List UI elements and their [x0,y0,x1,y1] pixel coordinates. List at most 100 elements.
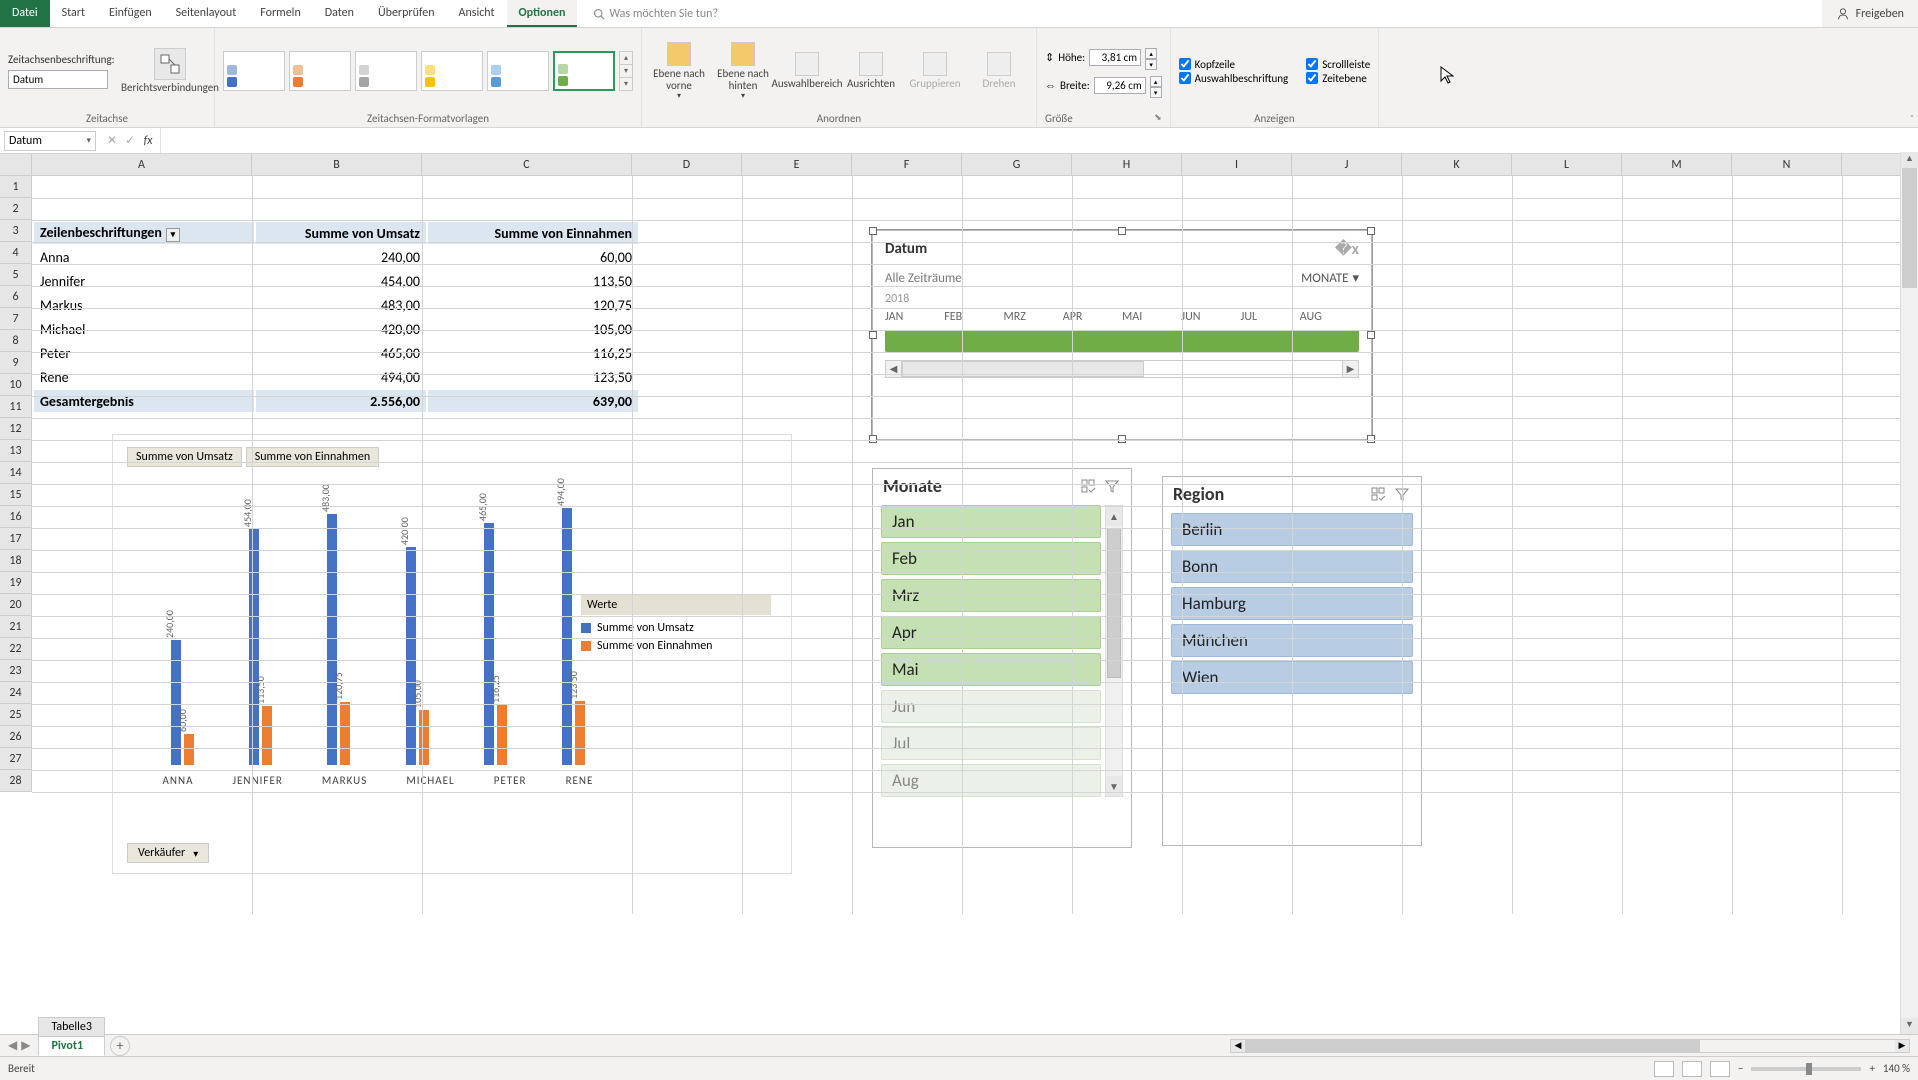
column-header[interactable]: H [1072,154,1182,175]
selection-pane-button[interactable]: Auswahlbereich [778,52,836,90]
column-header[interactable]: D [632,154,742,175]
row-header[interactable]: 6 [0,286,32,308]
align-button[interactable]: Ausrichten [842,52,900,90]
bring-forward-button[interactable]: Ebene nach vorne▾ [650,42,708,101]
pivot-row[interactable]: Rene494,00123,50 [34,366,638,388]
report-connections-button[interactable]: Berichtsverbindungen [134,48,206,95]
horizontal-scrollbar[interactable]: ◀ ▶ [1230,1039,1910,1053]
worksheet-grid[interactable]: ABCDEFGHIJKLMN 1234567891011121314151617… [0,154,1918,914]
pagebreak-view-button[interactable] [1710,1061,1730,1077]
scroll-left-icon[interactable]: ◀ [1231,1040,1245,1052]
pivot-rowlabel-dropdown-icon[interactable]: ▾ [166,228,180,242]
row-header[interactable]: 9 [0,352,32,374]
normal-view-button[interactable] [1654,1061,1674,1077]
send-backward-button[interactable]: Ebene nach hinten▾ [714,42,772,101]
row-header[interactable]: 20 [0,594,32,616]
column-header[interactable]: L [1512,154,1622,175]
fx-icon[interactable]: fx [140,134,156,148]
timeline-style-thumb[interactable] [553,51,615,91]
row-header[interactable]: 25 [0,704,32,726]
row-header[interactable]: 10 [0,374,32,396]
pivot-row[interactable]: Jennifer454,00113,50 [34,270,638,292]
namebox-dropdown-icon[interactable]: ▾ [86,135,91,146]
row-headers[interactable]: 1234567891011121314151617181920212223242… [0,176,32,792]
column-header[interactable]: A [32,154,252,175]
tab-options[interactable]: Optionen [507,0,578,27]
timeline-style-thumb[interactable] [289,51,351,91]
gallery-more-button[interactable]: ▴▾▾ [619,51,633,91]
height-spinner[interactable]: ▴▾ [1145,48,1157,66]
row-header[interactable]: 17 [0,528,32,550]
column-header[interactable]: I [1182,154,1292,175]
tab-insert[interactable]: Einfügen [97,0,164,27]
scroll-thumb[interactable] [1902,168,1917,288]
cells-area[interactable]: Zeilenbeschriftungen▾ Summe von Umsatz S… [32,176,1918,914]
slicer-item[interactable]: Feb [881,542,1101,575]
timeline-style-thumb[interactable] [421,51,483,91]
column-header[interactable]: F [852,154,962,175]
collapse-ribbon-button[interactable]: ˆ [1910,112,1914,125]
width-spinner[interactable]: ▴▾ [1150,76,1162,94]
scroll-down-icon[interactable]: ▼ [1106,776,1122,796]
share-button[interactable]: Freigeben [1822,0,1918,27]
header-checkbox[interactable] [1179,58,1191,70]
timeline-caption-input[interactable] [8,70,108,89]
pivot-row[interactable]: Michael420,00105,00 [34,318,638,340]
row-header[interactable]: 1 [0,176,32,198]
tab-formulas[interactable]: Formeln [248,0,312,27]
row-header[interactable]: 21 [0,616,32,638]
formula-input[interactable] [161,139,1918,143]
scroll-right-icon[interactable]: ▶ [1895,1040,1909,1052]
row-header[interactable]: 27 [0,748,32,770]
column-headers[interactable]: ABCDEFGHIJKLMN [32,154,1918,176]
pivot-row[interactable]: Peter465,00116,25 [34,342,638,364]
tab-view[interactable]: Ansicht [447,0,507,27]
tell-me-search[interactable]: Was möchten Sie tun? [585,0,726,27]
row-header[interactable]: 22 [0,638,32,660]
timeline-scrollbar[interactable]: ◀ ▶ [885,360,1359,378]
width-input[interactable] [1094,77,1146,94]
timeline-style-thumb[interactable] [355,51,417,91]
slicer-item[interactable]: Apr [881,616,1101,649]
pagelayout-view-button[interactable] [1682,1061,1702,1077]
pivot-chart[interactable]: Summe von Umsatz Summe von Einnahmen 240… [112,434,792,874]
timeline-slicer[interactable]: Datum�x Alle Zeiträume MONATE▾ 2018 JANF… [872,230,1372,440]
chart-button-einnahmen[interactable]: Summe von Einnahmen [246,447,379,467]
scroll-up-icon[interactable]: ▲ [1106,506,1122,526]
slicer-item[interactable]: Jul [881,727,1101,760]
multiselect-icon[interactable] [1369,485,1387,503]
tab-review[interactable]: Überprüfen [366,0,447,27]
row-header[interactable]: 4 [0,242,32,264]
slicer-item[interactable]: Mrz [881,579,1101,612]
height-input[interactable] [1089,49,1141,66]
timelevel-checkbox[interactable] [1306,72,1318,84]
tab-home[interactable]: Start [50,0,97,27]
timeline-selection-bar[interactable] [885,330,1359,352]
column-header[interactable]: C [422,154,632,175]
add-sheet-button[interactable]: + [110,1036,130,1056]
column-header[interactable]: J [1292,154,1402,175]
timeline-style-thumb[interactable] [223,51,285,91]
scrollbar-checkbox[interactable] [1306,58,1318,70]
row-header[interactable]: 28 [0,770,32,792]
column-header[interactable]: B [252,154,422,175]
column-header[interactable]: K [1402,154,1512,175]
pivot-row[interactable]: Markus483,00120,75 [34,294,638,316]
scroll-thumb[interactable] [1245,1040,1700,1052]
row-header[interactable]: 7 [0,308,32,330]
row-header[interactable]: 5 [0,264,32,286]
name-box[interactable]: Datum▾ [4,131,96,151]
select-all-button[interactable] [0,154,32,176]
pivot-header-rowlabels[interactable]: Zeilenbeschriftungen▾ [34,222,254,244]
timeline-style-gallery[interactable]: ▴▾▾ [223,51,633,91]
slicer-monate-scrollbar[interactable]: ▲ ▼ [1105,505,1123,797]
scroll-up-icon[interactable]: ▲ [1901,152,1918,168]
scroll-down-icon[interactable]: ▼ [1901,1018,1918,1034]
row-header[interactable]: 13 [0,440,32,462]
row-header[interactable]: 15 [0,484,32,506]
slicer-item[interactable]: Jan [881,505,1101,538]
timeline-level-dropdown[interactable]: MONATE▾ [1301,271,1359,286]
size-dialog-launcher[interactable]: ⬊ [1154,112,1162,125]
row-header[interactable]: 3 [0,220,32,242]
clear-filter-icon[interactable] [1103,477,1121,495]
